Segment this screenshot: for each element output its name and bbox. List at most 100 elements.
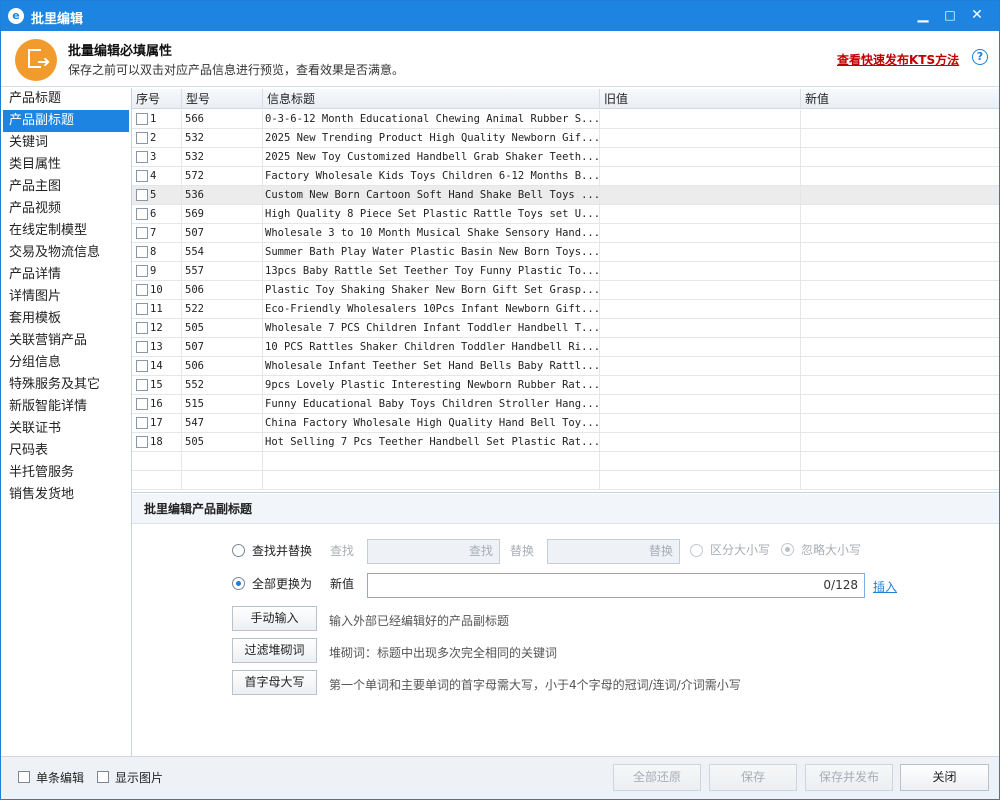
new-value-cell [801, 338, 999, 357]
row-checkbox[interactable] [136, 113, 148, 125]
single-edit-label[interactable]: 单条编辑 [36, 769, 84, 786]
single-edit-checkbox[interactable] [18, 771, 30, 783]
sidebar-item[interactable]: 产品副标题 [3, 110, 129, 132]
sidebar-item[interactable]: 分组信息 [1, 352, 131, 374]
table-row[interactable] [132, 452, 999, 471]
sidebar-item[interactable]: 产品主图 [1, 176, 131, 198]
row-checkbox[interactable] [136, 151, 148, 163]
filter-stacked-words-button[interactable]: 过滤堆砌词 [232, 638, 317, 663]
model-cell: 505 [182, 433, 263, 452]
sidebar-item[interactable]: 销售发货地 [1, 484, 131, 506]
close-button[interactable]: 关闭 [900, 764, 989, 791]
sidebar-item[interactable]: 特殊服务及其它 [1, 374, 131, 396]
table-row[interactable]: 3 532 2025 New Toy Customized Handbell Gra… [132, 148, 999, 167]
row-number: 8 [150, 246, 157, 258]
table-row[interactable]: 18 505 Hot Selling 7 Pcs Teether Handbell … [132, 433, 999, 452]
manual-input-button[interactable]: 手动输入 [232, 606, 317, 631]
sidebar-item[interactable]: 关联营销产品 [1, 330, 131, 352]
column-header-new-value[interactable]: 新值 [801, 89, 999, 109]
row-checkbox[interactable] [136, 379, 148, 391]
table-row[interactable]: 2 532 2025 New Trending Product High Quali… [132, 129, 999, 148]
table-row[interactable]: 10 506 Plastic Toy Shaking Shaker New Born… [132, 281, 999, 300]
sidebar-item[interactable]: 新版智能详情 [1, 396, 131, 418]
replace-input[interactable]: 替换 [547, 539, 680, 564]
model-cell: 536 [182, 186, 263, 205]
table-row[interactable]: 5 536 Custom New Born Cartoon Soft Hand Sh… [132, 186, 999, 205]
row-checkbox[interactable] [136, 322, 148, 334]
sidebar-item[interactable]: 半托管服务 [1, 462, 131, 484]
sidebar-item[interactable]: 产品标题 [1, 88, 131, 110]
sidebar-item[interactable]: 套用模板 [1, 308, 131, 330]
new-value-cell [801, 395, 999, 414]
help-icon[interactable]: ? [972, 49, 988, 65]
sidebar-item[interactable]: 关键词 [1, 132, 131, 154]
row-number-cell: 14 [132, 357, 182, 376]
close-icon[interactable]: ✕ [965, 5, 989, 25]
row-checkbox[interactable] [136, 132, 148, 144]
sidebar-item[interactable]: 关联证书 [1, 418, 131, 440]
row-checkbox[interactable] [136, 170, 148, 182]
table-row[interactable]: 14 506 Wholesale Infant Teether Set Hand B… [132, 357, 999, 376]
sidebar-item[interactable]: 尺码表 [1, 440, 131, 462]
row-checkbox[interactable] [136, 303, 148, 315]
show-image-label[interactable]: 显示图片 [115, 769, 163, 786]
row-checkbox[interactable] [136, 341, 148, 353]
title-cell: Wholesale 7 PCS Children Infant Toddler … [263, 319, 600, 338]
row-checkbox[interactable] [136, 189, 148, 201]
replace-all-label[interactable]: 全部更换为 [252, 575, 312, 592]
table-row[interactable] [132, 471, 999, 490]
table-row[interactable]: 11 522 Eco-Friendly Wholesalers 10Pcs Infa… [132, 300, 999, 319]
row-checkbox[interactable] [136, 360, 148, 372]
show-image-checkbox[interactable] [97, 771, 109, 783]
replace-all-radio[interactable] [232, 577, 245, 590]
row-checkbox[interactable] [136, 265, 148, 277]
capitalize-button[interactable]: 首字母大写 [232, 670, 317, 695]
new-value-cell [801, 129, 999, 148]
save-publish-button[interactable]: 保存并发布 [805, 764, 893, 791]
case-sensitive-radio[interactable] [690, 544, 703, 557]
sidebar-item[interactable]: 交易及物流信息 [1, 242, 131, 264]
table-row[interactable]: 13 507 10 PCS Rattles Shaker Children Todd… [132, 338, 999, 357]
row-checkbox[interactable] [136, 246, 148, 258]
ignore-case-radio[interactable] [781, 543, 794, 556]
sidebar-item[interactable]: 产品视频 [1, 198, 131, 220]
row-checkbox[interactable] [136, 436, 148, 448]
row-checkbox[interactable] [136, 417, 148, 429]
save-button[interactable]: 保存 [709, 764, 797, 791]
sidebar-item[interactable]: 详情图片 [1, 286, 131, 308]
row-checkbox[interactable] [136, 208, 148, 220]
table-row[interactable]: 1 566 0-3-6-12 Month Educational Chewing A… [132, 110, 999, 129]
row-number-cell: 2 [132, 129, 182, 148]
table-row[interactable]: 17 547 China Factory Wholesale High Qualit… [132, 414, 999, 433]
column-header-no[interactable]: 序号 [132, 89, 182, 109]
row-number-cell: 4 [132, 167, 182, 186]
table-row[interactable]: 4 572 Factory Wholesale Kids Toys Children… [132, 167, 999, 186]
row-checkbox[interactable] [136, 227, 148, 239]
minimize-icon[interactable]: ▁ [911, 5, 935, 25]
new-value-input[interactable]: 0/128 [367, 573, 865, 598]
column-header-old-value[interactable]: 旧值 [600, 89, 801, 109]
find-replace-radio[interactable] [232, 544, 245, 557]
table-row[interactable]: 8 554 Summer Bath Play Water Plastic Basin… [132, 243, 999, 262]
row-number: 1 [150, 113, 157, 125]
sidebar-item[interactable]: 在线定制模型 [1, 220, 131, 242]
sidebar-item[interactable]: 产品详情 [1, 264, 131, 286]
sidebar-item[interactable]: 类目属性 [1, 154, 131, 176]
restore-all-button[interactable]: 全部还原 [613, 764, 701, 791]
table-row[interactable]: 12 505 Wholesale 7 PCS Children Infant Tod… [132, 319, 999, 338]
table-row[interactable]: 16 515 Funny Educational Baby Toys Childre… [132, 395, 999, 414]
find-input[interactable]: 查找 [367, 539, 500, 564]
column-header-title[interactable]: 信息标题 [263, 89, 600, 109]
table-row[interactable]: 6 569 High Quality 8 Piece Set Plastic Rat… [132, 205, 999, 224]
model-cell: 505 [182, 319, 263, 338]
table-row[interactable]: 7 507 Wholesale 3 to 10 Month Musical Shak… [132, 224, 999, 243]
table-row[interactable]: 9 557 13pcs Baby Rattle Set Teether Toy Fu… [132, 262, 999, 281]
row-checkbox[interactable] [136, 398, 148, 410]
kts-method-link[interactable]: 查看快速发布KTS方法 [837, 51, 959, 68]
row-checkbox[interactable] [136, 284, 148, 296]
column-header-model[interactable]: 型号 [182, 89, 263, 109]
maximize-icon[interactable]: □ [938, 5, 962, 25]
table-row[interactable]: 15 552 9pcs Lovely Plastic Interesting New… [132, 376, 999, 395]
find-replace-label[interactable]: 查找并替换 [252, 542, 312, 559]
insert-link[interactable]: 插入 [873, 578, 897, 595]
